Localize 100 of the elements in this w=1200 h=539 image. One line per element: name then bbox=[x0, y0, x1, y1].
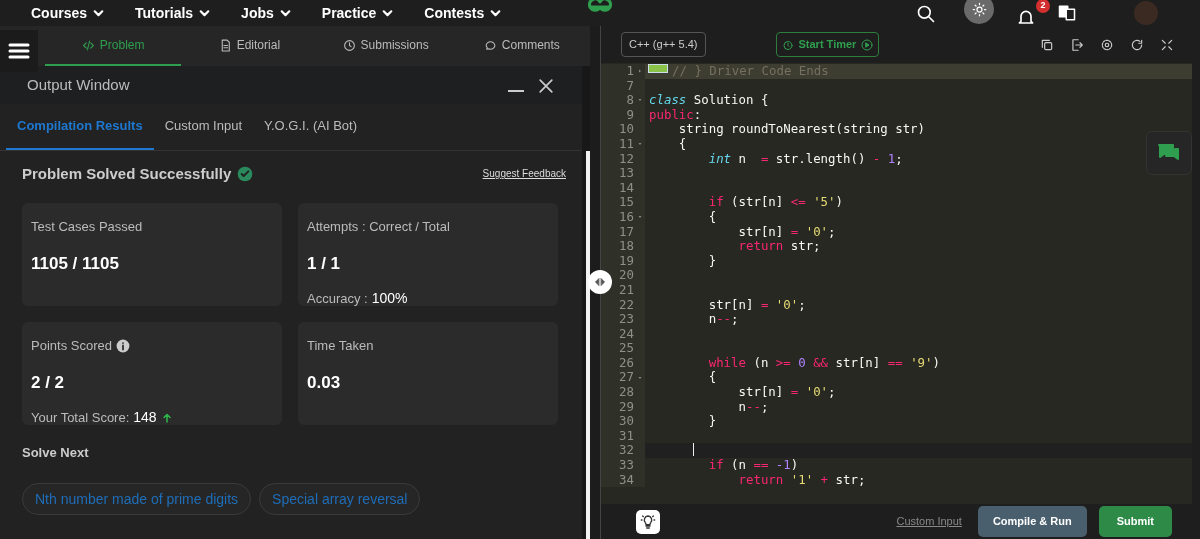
stat-value: 2 / 2 bbox=[31, 371, 66, 394]
code-line: public: bbox=[648, 107, 702, 123]
notification-count: 2 bbox=[1036, 0, 1050, 13]
compile-run-button[interactable]: Compile & Run bbox=[977, 506, 1087, 537]
line-number: 16 bbox=[619, 209, 634, 225]
feedback-link[interactable]: Suggest Feedback bbox=[482, 166, 566, 182]
import-icon bbox=[1070, 38, 1084, 53]
nav-menu-item[interactable]: Jobs bbox=[241, 6, 292, 20]
line-number: 1 bbox=[626, 64, 634, 79]
code-line: { bbox=[707, 370, 717, 386]
code-line: str[n] = '0'; bbox=[737, 385, 836, 400]
stat-sub-label: Your Total Score: bbox=[31, 408, 130, 427]
sun-icon bbox=[971, 1, 987, 17]
stat-label: Attempts : Correct / Total bbox=[307, 218, 450, 236]
line-number: 30 bbox=[619, 414, 634, 429]
problem-tab[interactable]: Submissions bbox=[317, 26, 454, 66]
code-line: { bbox=[677, 136, 687, 152]
problem-tab[interactable]: Comments bbox=[453, 26, 590, 66]
stat-label: Time Taken bbox=[307, 337, 374, 355]
line-number: 18 bbox=[619, 239, 634, 254]
settings-icon bbox=[1100, 38, 1114, 53]
line-number: 19 bbox=[619, 253, 634, 269]
code-line: str[n] = '0'; bbox=[707, 297, 806, 313]
fullscreen-icon bbox=[1160, 38, 1174, 53]
line-number: 28 bbox=[619, 385, 634, 400]
code-line: str[n] = '0'; bbox=[737, 224, 836, 240]
line-number: 13 bbox=[619, 166, 634, 181]
fold-arrow-icon[interactable] bbox=[637, 214, 643, 220]
line-number: 17 bbox=[619, 224, 634, 240]
timer-button[interactable]: Start Timer bbox=[775, 32, 880, 57]
fold-arrow-icon[interactable] bbox=[637, 68, 643, 75]
nav-menu-item[interactable]: Tutorials bbox=[135, 6, 212, 20]
code-line: while (n >= 0 && str[n] == '9') bbox=[707, 355, 940, 371]
code-line: } bbox=[707, 253, 717, 269]
line-number: 26 bbox=[619, 355, 634, 371]
translate-icon[interactable] bbox=[1058, 4, 1076, 22]
stat-label: Test Cases Passed bbox=[31, 218, 143, 236]
line-number: 23 bbox=[619, 312, 634, 327]
chat-button[interactable] bbox=[1146, 131, 1192, 175]
nav-menu-item[interactable]: Contests bbox=[424, 6, 503, 20]
fold-arrow-icon[interactable] bbox=[637, 374, 643, 381]
line-number: 11 bbox=[619, 136, 634, 152]
problem-tab[interactable]: Editorial bbox=[181, 26, 318, 66]
section-heading: Solve Next bbox=[22, 444, 90, 462]
stat-sub-label: Accuracy : bbox=[307, 289, 368, 308]
status-message: Problem Solved Successfully bbox=[22, 163, 232, 184]
window-title: Output Window bbox=[27, 74, 130, 95]
stat-sub-value: 100% bbox=[371, 289, 408, 308]
line-number: 25 bbox=[619, 341, 634, 356]
code-icon bbox=[81, 38, 95, 52]
output-tab[interactable]: Custom Input bbox=[153, 104, 253, 150]
code-line: n--; bbox=[737, 399, 769, 415]
code-line: string roundToNearest(string str) bbox=[678, 122, 925, 137]
line-number: 20 bbox=[619, 268, 634, 283]
folded-code-marker[interactable] bbox=[648, 64, 668, 73]
submit-button[interactable]: Submit bbox=[1098, 506, 1172, 537]
line-number: 29 bbox=[619, 399, 634, 415]
line-number: 32 bbox=[619, 443, 634, 459]
line-number: 8 bbox=[626, 93, 634, 108]
line-number: 31 bbox=[619, 428, 634, 444]
code-line: if (n == -1) bbox=[707, 458, 799, 473]
line-number: 22 bbox=[619, 297, 634, 313]
nav-menu-item[interactable]: Practice bbox=[321, 6, 395, 20]
stat-sub-value: 148 bbox=[133, 408, 157, 427]
hint-button[interactable] bbox=[636, 509, 660, 534]
code-line: if (str[n] <= '5') bbox=[707, 195, 843, 210]
line-number: 21 bbox=[619, 282, 634, 298]
line-number: 15 bbox=[619, 195, 634, 210]
line-number: 33 bbox=[619, 458, 634, 473]
code-line: class Solution { bbox=[648, 93, 769, 108]
stat-value: 1105 / 1105 bbox=[31, 252, 120, 275]
code-line: n--; bbox=[707, 312, 739, 327]
stat-value: 1 / 1 bbox=[307, 252, 342, 275]
language-dropdown[interactable]: C++ (g++ 5.4) bbox=[621, 32, 706, 57]
play-icon bbox=[861, 38, 874, 51]
alarm-clock-icon bbox=[781, 38, 794, 51]
custom-input-link[interactable]: Custom Input bbox=[896, 513, 962, 530]
stat-value: 0.03 bbox=[307, 371, 342, 394]
search-icon bbox=[916, 3, 936, 24]
resize-arrows-icon bbox=[593, 275, 607, 289]
line-number: 14 bbox=[619, 180, 634, 196]
line-number: 7 bbox=[626, 78, 634, 94]
output-tab[interactable]: Compilation Results bbox=[6, 104, 154, 150]
line-number: 9 bbox=[626, 107, 634, 123]
line-number: 12 bbox=[619, 151, 634, 167]
copy-icon bbox=[1040, 38, 1054, 53]
theme-toggle-button[interactable] bbox=[964, 0, 994, 24]
nav-menu-item[interactable]: Courses bbox=[31, 6, 106, 20]
code-line: } bbox=[707, 414, 717, 429]
line-number: 24 bbox=[619, 326, 634, 342]
check-circle-icon bbox=[237, 165, 254, 182]
code-line: { bbox=[707, 209, 717, 225]
output-tab[interactable]: Y.O.G.I. (AI Bot) bbox=[253, 104, 368, 150]
line-number: 10 bbox=[619, 122, 634, 137]
code-line: return str; bbox=[737, 239, 821, 254]
minimize-icon bbox=[508, 90, 524, 92]
line-number: 34 bbox=[619, 472, 634, 488]
code-line: int n = str.length() - 1; bbox=[707, 151, 903, 167]
menu-button[interactable] bbox=[0, 30, 38, 72]
stat-label: Points Scored bbox=[31, 337, 112, 355]
